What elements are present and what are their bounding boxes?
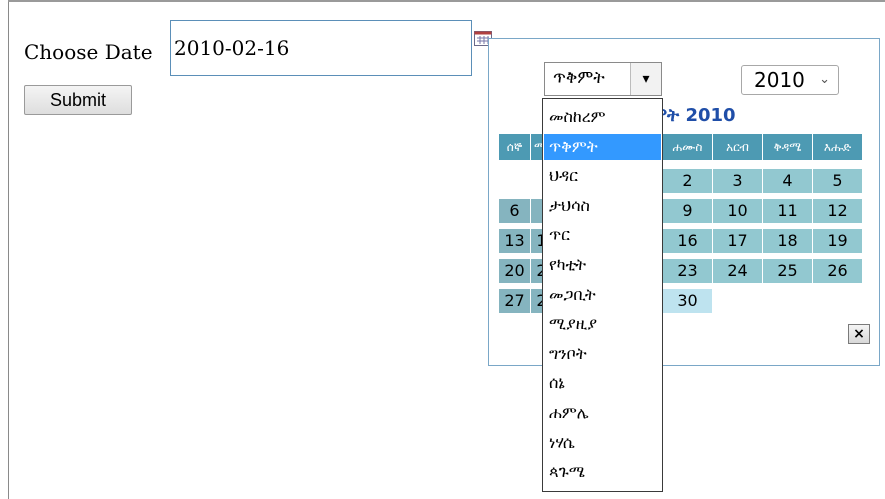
day-header: አርብ bbox=[713, 134, 762, 160]
month-option[interactable]: ሰኔ bbox=[544, 370, 661, 396]
month-option[interactable]: ህዳር bbox=[544, 163, 661, 189]
day-header: ሰኞ bbox=[499, 134, 530, 160]
calendar-day[interactable]: 20 bbox=[499, 259, 530, 283]
day-header: ሐሙስ bbox=[663, 134, 712, 160]
month-option[interactable]: ጥር bbox=[544, 222, 661, 248]
month-select-value: ጥቅምት bbox=[553, 68, 605, 88]
submit-button[interactable]: Submit bbox=[24, 85, 132, 115]
calendar-day[interactable]: 16 bbox=[663, 229, 712, 253]
month-option[interactable]: ጳጉሜ bbox=[544, 459, 661, 485]
calendar-day[interactable]: 2 bbox=[663, 169, 712, 193]
frame-border-left bbox=[8, 0, 9, 499]
calendar-day[interactable]: 17 bbox=[713, 229, 762, 253]
date-input[interactable] bbox=[170, 20, 472, 76]
calendar-day[interactable]: 13 bbox=[499, 229, 530, 253]
calendar-day[interactable]: 10 bbox=[713, 199, 762, 223]
year-chevron-down-icon: ⌄ bbox=[819, 72, 830, 87]
day-header: እሑድ bbox=[813, 134, 862, 160]
calendar-day[interactable]: 4 bbox=[763, 169, 812, 193]
frame-border-top bbox=[8, 0, 885, 2]
month-option[interactable]: ነሃሴ bbox=[544, 430, 661, 456]
month-option[interactable]: ሐምሌ bbox=[544, 400, 661, 426]
calendar-day[interactable]: 27 bbox=[499, 289, 530, 313]
calendar-day[interactable]: 9 bbox=[663, 199, 712, 223]
day-header: ቅዳሜ bbox=[763, 134, 812, 160]
calendar-day[interactable]: 19 bbox=[813, 229, 862, 253]
calendar-day[interactable]: 24 bbox=[713, 259, 762, 283]
calendar-day[interactable]: 3 bbox=[713, 169, 762, 193]
chevron-down-icon[interactable]: ▾ bbox=[630, 63, 661, 95]
calendar-day[interactable]: 25 bbox=[763, 259, 812, 283]
month-option[interactable]: መስከረም bbox=[544, 104, 661, 130]
month-option[interactable]: መጋቢት bbox=[544, 282, 661, 308]
calendar-day[interactable]: 18 bbox=[763, 229, 812, 253]
month-dropdown-list[interactable]: መስከረም ጥቅምት ህዳር ታህሳስ ጥር የካቲት መጋቢት ሚያዚያ ግንቦት ሰኔ ሐምሌ ነ… bbox=[542, 98, 663, 492]
month-option[interactable]: የካቲት bbox=[544, 252, 661, 278]
calendar-day[interactable]: 26 bbox=[813, 259, 862, 283]
year-select-value: 2010 bbox=[754, 68, 805, 92]
month-option[interactable]: ግንቦት bbox=[544, 341, 661, 367]
calendar-day[interactable]: 30 bbox=[663, 289, 712, 313]
calendar-day[interactable]: 6 bbox=[499, 199, 530, 223]
year-select[interactable]: 2010 ⌄ bbox=[741, 65, 839, 95]
close-icon[interactable]: × bbox=[848, 324, 870, 344]
month-option[interactable]: ሚያዚያ bbox=[544, 311, 661, 337]
calendar-day[interactable]: 12 bbox=[813, 199, 862, 223]
month-select[interactable]: ጥቅምት ▾ bbox=[544, 62, 662, 96]
calendar-day[interactable]: 23 bbox=[663, 259, 712, 283]
calendar-day[interactable]: 5 bbox=[813, 169, 862, 193]
month-option[interactable]: ታህሳስ bbox=[544, 193, 661, 219]
date-label: Choose Date bbox=[24, 40, 153, 64]
month-option[interactable]: ጥቅምት bbox=[544, 133, 661, 160]
calendar-day[interactable]: 11 bbox=[763, 199, 812, 223]
